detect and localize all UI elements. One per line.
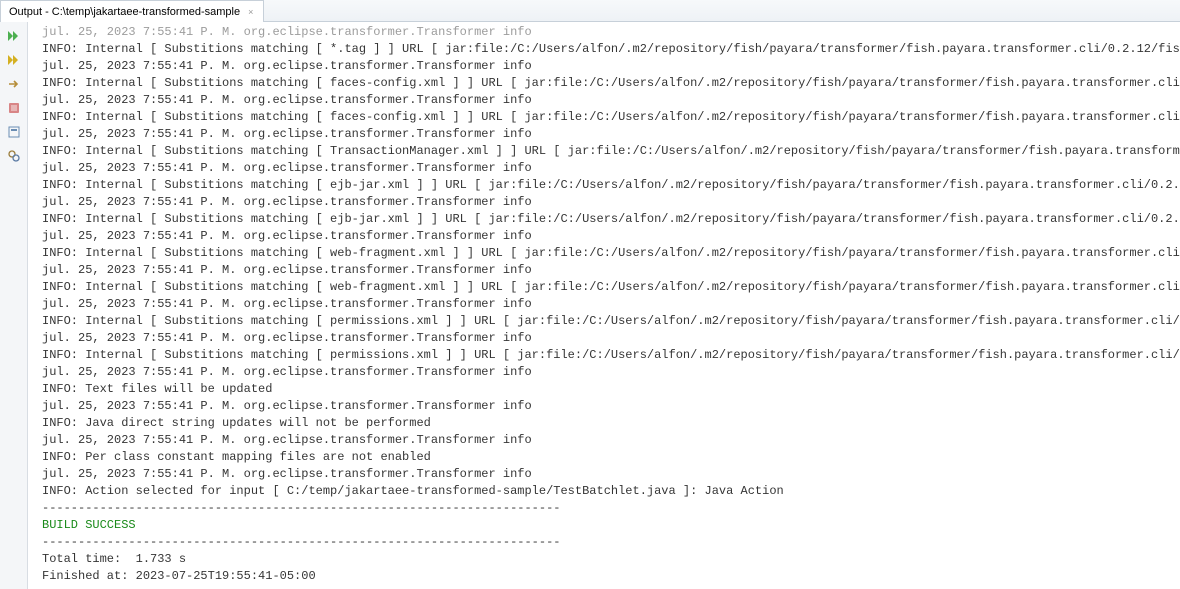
console-line: INFO: Text files will be updated [42, 381, 1180, 398]
console-line: INFO: Internal [ Substitions matching [ … [42, 245, 1180, 262]
double-play-icon [7, 29, 21, 43]
console-line: jul. 25, 2023 7:55:41 P. M. org.eclipse.… [42, 160, 1180, 177]
body-area: jul. 25, 2023 7:55:41 P. M. org.eclipse.… [0, 22, 1180, 589]
stop-icon [7, 101, 21, 115]
console-line: INFO: Internal [ Substitions matching [ … [42, 347, 1180, 364]
console-scroll[interactable]: jul. 25, 2023 7:55:41 P. M. org.eclipse.… [28, 22, 1180, 589]
console-line: INFO: Per class constant mapping files a… [42, 449, 1180, 466]
console-line: jul. 25, 2023 7:55:41 P. M. org.eclipse.… [42, 364, 1180, 381]
console-line: jul. 25, 2023 7:55:41 P. M. org.eclipse.… [42, 194, 1180, 211]
console-line: INFO: Action selected for input [ C:/tem… [42, 483, 1180, 500]
console-line: Total time: 1.733 s [42, 551, 1180, 568]
console-line: jul. 25, 2023 7:55:41 P. M. org.eclipse.… [42, 58, 1180, 75]
console-line: jul. 25, 2023 7:55:41 P. M. org.eclipse.… [42, 466, 1180, 483]
settings-button[interactable] [4, 146, 24, 166]
console-line: jul. 25, 2023 7:55:41 P. M. org.eclipse.… [42, 126, 1180, 143]
console-line: jul. 25, 2023 7:55:41 P. M. org.eclipse.… [42, 92, 1180, 109]
gear-icon [7, 149, 21, 163]
close-icon[interactable]: × [246, 7, 255, 17]
console-line: INFO: Internal [ Substitions matching [ … [42, 313, 1180, 330]
console-line: INFO: Internal [ Substitions matching [ … [42, 211, 1180, 228]
console-line: jul. 25, 2023 7:55:41 P. M. org.eclipse.… [42, 330, 1180, 347]
rerun-button[interactable] [4, 26, 24, 46]
console-line: INFO: Internal [ Substitions matching [ … [42, 41, 1180, 58]
console-line: INFO: Internal [ Substitions matching [ … [42, 177, 1180, 194]
console-line: jul. 25, 2023 7:55:41 P. M. org.eclipse.… [42, 432, 1180, 449]
double-play-yellow-icon [7, 53, 21, 67]
stop-button[interactable] [4, 98, 24, 118]
side-toolbar [0, 22, 28, 589]
console-line: Finished at: 2023-07-25T19:55:41-05:00 [42, 568, 1180, 585]
rerun-mod-button[interactable] [4, 50, 24, 70]
console-line: INFO: Internal [ Substitions matching [ … [42, 279, 1180, 296]
console-line: jul. 25, 2023 7:55:41 P. M. org.eclipse.… [42, 398, 1180, 415]
console-line: jul. 25, 2023 7:55:41 P. M. org.eclipse.… [42, 296, 1180, 313]
console-line: jul. 25, 2023 7:55:41 P. M. org.eclipse.… [42, 228, 1180, 245]
console-line: INFO: Internal [ Substitions matching [ … [42, 75, 1180, 92]
console-output: jul. 25, 2023 7:55:41 P. M. org.eclipse.… [36, 22, 1180, 589]
console-line: jul. 25, 2023 7:55:41 P. M. org.eclipse.… [42, 262, 1180, 279]
filter-icon [7, 125, 21, 139]
goto-button[interactable] [4, 74, 24, 94]
console-line: INFO: Java direct string updates will no… [42, 415, 1180, 432]
console-line: INFO: Internal [ Substitions matching [ … [42, 143, 1180, 160]
console-line: ----------------------------------------… [42, 534, 1180, 551]
filter-button[interactable] [4, 122, 24, 142]
console-line: jul. 25, 2023 7:55:41 P. M. org.eclipse.… [42, 24, 1180, 41]
console-line: ----------------------------------------… [42, 500, 1180, 517]
tab-label: Output - C:\temp\jakartaee-transformed-s… [9, 6, 240, 18]
output-tab[interactable]: Output - C:\temp\jakartaee-transformed-s… [0, 0, 264, 22]
console-line: BUILD SUCCESS [42, 517, 1180, 534]
tab-bar: Output - C:\temp\jakartaee-transformed-s… [0, 0, 1180, 22]
console-line: INFO: Internal [ Substitions matching [ … [42, 109, 1180, 126]
arrow-right-icon [7, 77, 21, 91]
